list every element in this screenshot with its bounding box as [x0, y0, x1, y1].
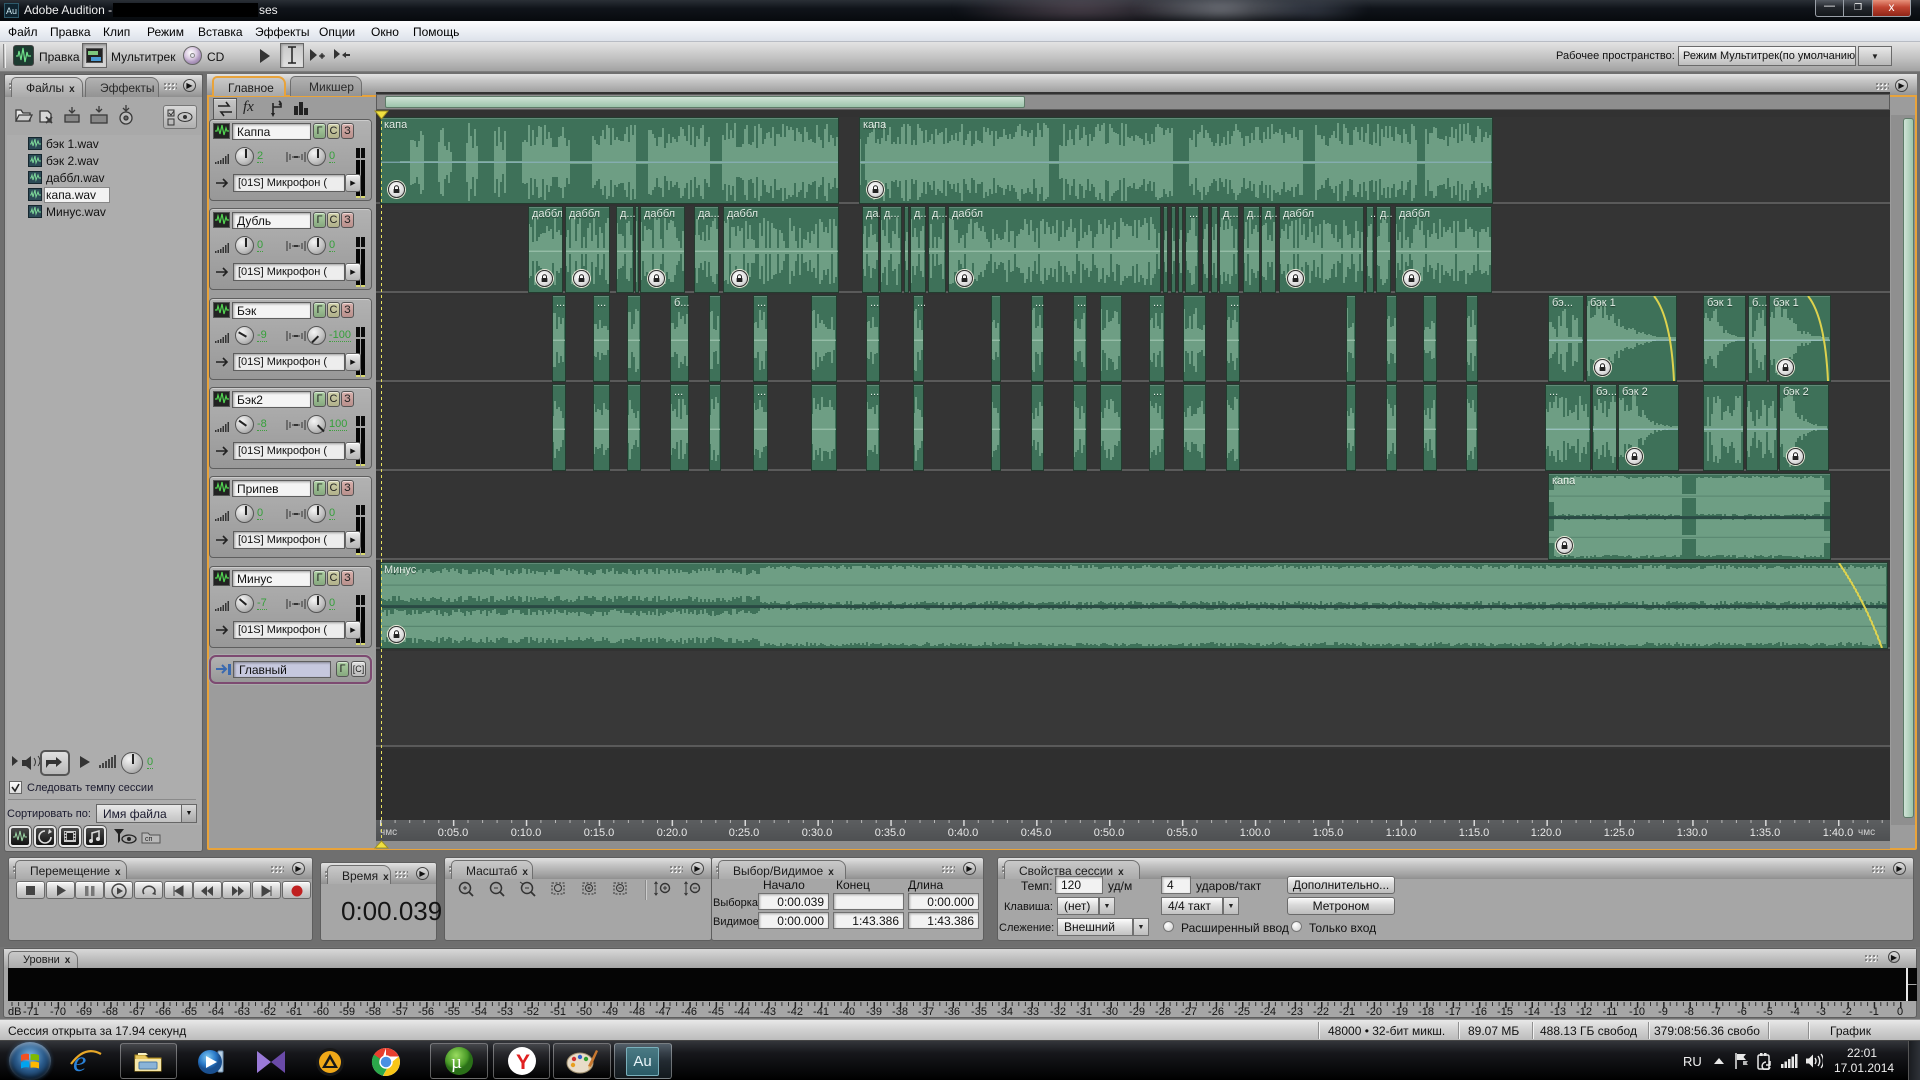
svg-text:µ: µ: [451, 1052, 462, 1073]
svg-text:Y: Y: [516, 1051, 530, 1074]
svg-text:e: e: [73, 1045, 86, 1077]
svg-text:сп: сп: [145, 836, 153, 843]
